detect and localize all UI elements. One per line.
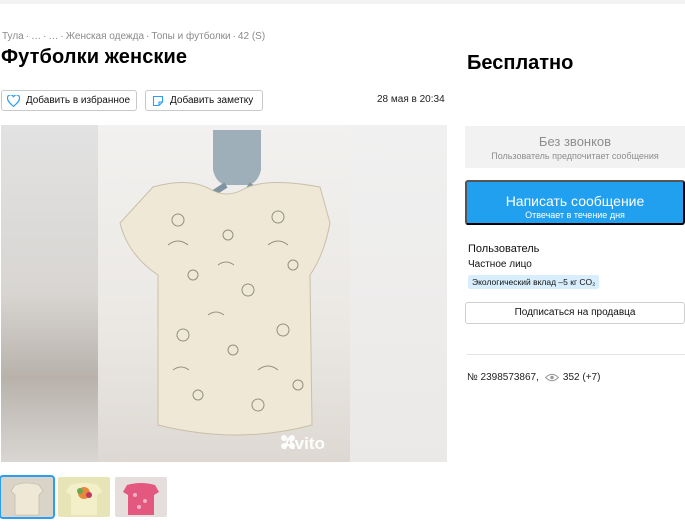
breadcrumb-separator: · [232, 31, 236, 42]
top-bar [0, 0, 685, 4]
write-message-button[interactable]: Написать сообщение Отвечает в течение дн… [465, 180, 685, 225]
listing-id: № 2398573867, [467, 372, 539, 383]
breadcrumb-separator: · [43, 31, 47, 42]
breadcrumb-item-ellipsis-1[interactable]: … [31, 31, 41, 42]
listing-meta: № 2398573867, 352 (+7) [467, 372, 600, 383]
no-calls-title: Без звонков [538, 134, 612, 149]
write-message-label: Написать сообщение [505, 192, 645, 209]
breadcrumb-item-womens-clothing[interactable]: Женская одежда [66, 31, 144, 42]
breadcrumb-item-size[interactable]: 42 (S) [238, 31, 265, 42]
watermark-text: Avito [283, 434, 325, 453]
thumbnail-strip [0, 475, 167, 519]
breadcrumb-separator: · [146, 31, 150, 42]
add-to-favorites-button[interactable]: Добавить в избранное [1, 90, 137, 111]
seller-type: Частное лицо [468, 259, 532, 270]
add-to-favorites-label: Добавить в избранное [25, 95, 130, 106]
subscribe-seller-button[interactable]: Подписаться на продавца [465, 302, 685, 324]
thumbnail-2[interactable] [58, 477, 110, 517]
breadcrumb-separator: · [60, 31, 64, 42]
heart-icon [7, 94, 21, 108]
photo-main-area [98, 125, 350, 462]
photo-background-left [1, 125, 98, 462]
breadcrumb: Тула ·… ·… · Женская одежда · Топы и футболки ·… [2, 31, 265, 42]
response-time-label: Отвечает в течение дня [525, 209, 625, 220]
breadcrumb-item-city[interactable]: Тула [2, 31, 24, 42]
add-note-label: Добавить заметку [170, 95, 254, 106]
eye-icon [544, 373, 559, 382]
publish-date: 28 мая в 20:34 [377, 94, 445, 105]
seller-name[interactable]: Пользователь [468, 243, 539, 255]
breadcrumb-item-ellipsis-2[interactable]: … [48, 31, 58, 42]
breadcrumb-item-tops[interactable]: Топы и футболки [151, 31, 230, 42]
note-icon [151, 94, 165, 108]
views-count: 352 (+7) [562, 372, 601, 383]
no-calls-subtitle: Пользователь предпочитает сообщения [491, 151, 659, 161]
thumbnail-3[interactable] [115, 477, 167, 517]
blouse-illustration [119, 130, 331, 449]
photo-background-right [350, 125, 447, 462]
price: Бесплатно [467, 52, 574, 74]
page-title: Футболки женские [1, 46, 188, 68]
breadcrumb-separator: · [25, 31, 30, 42]
avito-watermark: Avito [279, 434, 325, 454]
add-note-button[interactable]: Добавить заметку [145, 90, 263, 111]
divider [467, 354, 685, 355]
no-calls-block: Без звонков Пользователь предпочитает со… [465, 126, 685, 168]
thumbnail-1[interactable] [0, 475, 55, 519]
eco-contribution-badge[interactable]: Экологический вклад –5 кг CO₂ [468, 275, 600, 289]
main-photo[interactable]: Avito [1, 125, 447, 462]
